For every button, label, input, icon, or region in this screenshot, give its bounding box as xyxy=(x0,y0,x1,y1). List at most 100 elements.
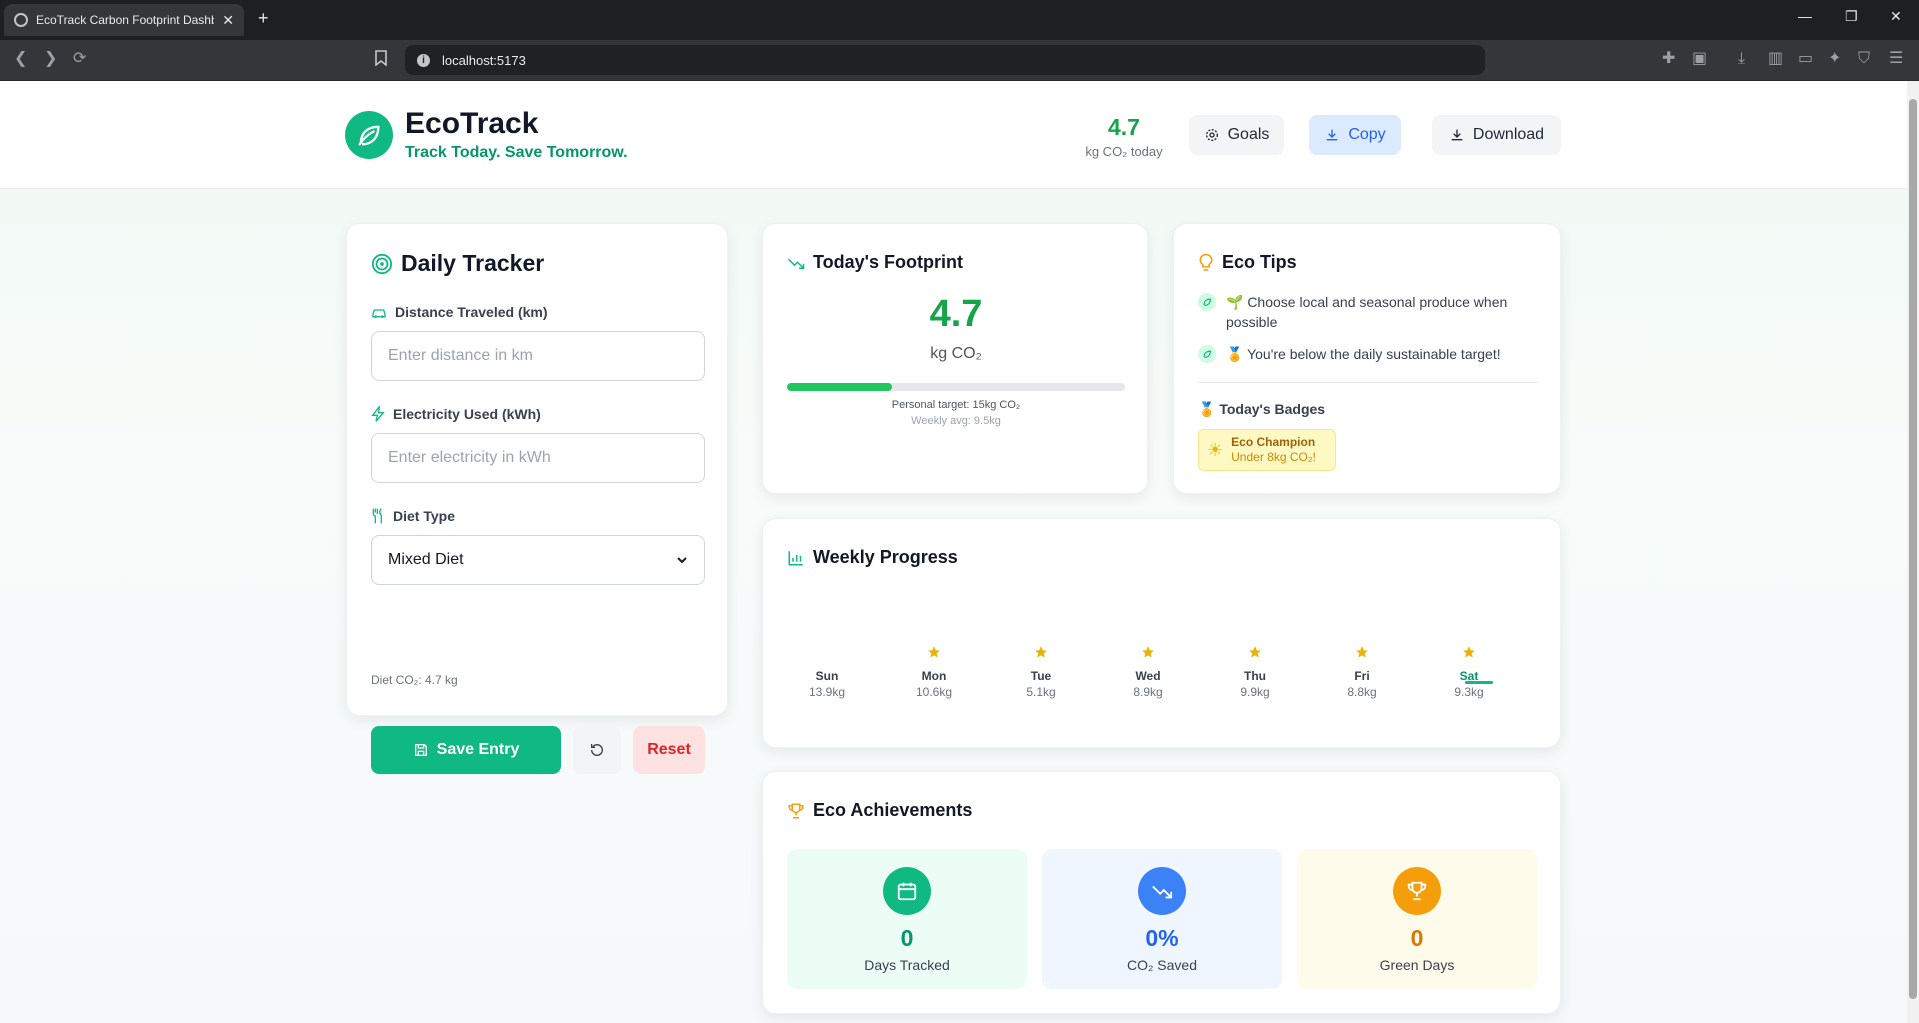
back-icon[interactable]: ❮ xyxy=(14,50,27,68)
sidebar-icon[interactable]: ▥ xyxy=(1768,50,1783,68)
weekly-avg-text: Weekly avg: 9.5kg xyxy=(911,415,1001,427)
trophy-icon xyxy=(1393,867,1441,915)
diet-select[interactable]: Mixed Diet xyxy=(371,535,705,585)
electricity-input[interactable] xyxy=(371,433,705,483)
address-bar[interactable]: i localhost:5173 xyxy=(405,45,1485,75)
tip-item: 🏅 You're below the daily sustainable tar… xyxy=(1198,344,1538,364)
day-column: Sat 9.3kg xyxy=(1429,646,1509,699)
url-text: localhost:5173 xyxy=(442,52,526,68)
day-name: Sun xyxy=(815,669,839,683)
restore-icon[interactable]: ❐ xyxy=(1845,8,1858,25)
reset-button[interactable]: Reset xyxy=(633,726,705,774)
electricity-label-text: Electricity Used (kWh) xyxy=(393,406,541,422)
distance-label: Distance Traveled (km) xyxy=(371,304,548,320)
today-co2-label: kg CO₂ today xyxy=(1085,144,1163,159)
diet-co2-note: Diet CO₂: 4.7 kg xyxy=(371,673,458,687)
day-column: Mon 10.6kg xyxy=(894,646,974,699)
daily-tracker-title: Daily Tracker xyxy=(371,250,544,277)
footprint-unit: kg CO₂ xyxy=(930,345,982,362)
bookmark-icon[interactable] xyxy=(375,50,387,71)
day-value: 9.9kg xyxy=(1240,685,1270,699)
days-tracked-value: 0 xyxy=(900,925,914,951)
download-label: Download xyxy=(1472,126,1545,143)
co2-saved-tile: 0% CO₂ Saved xyxy=(1042,849,1282,989)
browser-tab[interactable]: EcoTrack Carbon Footprint Dashb ✕ xyxy=(4,4,244,36)
page-scrollbar[interactable] xyxy=(1907,81,1919,1023)
footprint-progress-fill xyxy=(787,383,892,391)
brand-name: EcoTrack xyxy=(405,107,539,140)
save-icon xyxy=(414,744,427,756)
distance-input[interactable] xyxy=(371,331,705,381)
eco-champion-badge: ☀ Eco Champion Under 8kg CO₂! xyxy=(1198,429,1336,471)
undo-button[interactable] xyxy=(573,726,621,774)
diet-label-text: Diet Type xyxy=(393,508,455,524)
lightbulb-icon xyxy=(1199,253,1213,271)
eco-tips-title: Eco Tips xyxy=(1198,252,1297,273)
download-button[interactable]: Download xyxy=(1432,115,1561,155)
star-icon xyxy=(1035,646,1047,658)
star-icon xyxy=(1142,646,1154,658)
tips-divider xyxy=(1198,382,1538,383)
star-icon xyxy=(1249,646,1261,658)
co2-saved-label: CO₂ Saved xyxy=(1126,957,1198,973)
app-header: EcoTrack Track Today. Save Tomorrow. 4.7… xyxy=(0,81,1907,189)
vpn-icon[interactable]: ⛉ xyxy=(1858,50,1870,68)
extensions-icon[interactable]: ✚ xyxy=(1662,50,1675,68)
chevron-down-icon xyxy=(677,557,687,564)
day-value: 5.1kg xyxy=(1026,685,1056,699)
copy-label: Copy xyxy=(1348,126,1386,143)
translate-icon[interactable]: ▣ xyxy=(1692,50,1707,68)
green-days-label: Green Days xyxy=(1379,957,1455,973)
daily-tracker-card: Daily Tracker Distance Traveled (km) Ele… xyxy=(346,223,728,774)
achievements-title-text: Eco Achievements xyxy=(813,800,973,820)
minimize-icon[interactable]: — xyxy=(1798,8,1812,24)
reload-icon[interactable]: ⟳ xyxy=(73,50,86,68)
star-icon xyxy=(1356,646,1368,658)
trending-down-icon xyxy=(1138,867,1186,915)
weekly-title-text: Weekly Progress xyxy=(813,547,958,567)
green-days-tile: 0 Green Days xyxy=(1297,849,1537,989)
footprint-value: 4.7 xyxy=(929,293,983,335)
distance-label-text: Distance Traveled (km) xyxy=(395,304,548,320)
tip-item: 🌱 Choose local and seasonal produce when… xyxy=(1198,292,1538,332)
brand-tagline: Track Today. Save Tomorrow. xyxy=(405,144,628,161)
globe-icon xyxy=(14,13,28,27)
star-icon xyxy=(928,646,940,658)
copy-button[interactable]: Copy xyxy=(1309,115,1401,155)
day-column: Thu 9.9kg xyxy=(1215,646,1295,699)
close-window-icon[interactable]: ✕ xyxy=(1890,8,1902,25)
goals-button[interactable]: Goals xyxy=(1189,115,1284,155)
downloads-icon[interactable]: ⤓ xyxy=(1738,50,1745,68)
wallet-icon[interactable]: ▭ xyxy=(1798,50,1813,68)
close-tab-icon[interactable]: ✕ xyxy=(222,12,234,29)
day-name: Thu xyxy=(1244,669,1266,683)
lightning-icon xyxy=(371,406,385,422)
day-column: Wed 8.9kg xyxy=(1108,646,1188,699)
forward-icon[interactable]: ❯ xyxy=(44,50,57,68)
todays-footprint-card: Today's Footprint 4.7 kg CO₂ Personal ta… xyxy=(762,223,1148,494)
download-icon xyxy=(1326,129,1338,141)
badge-name: Eco Champion xyxy=(1231,435,1316,449)
tab-title: EcoTrack Carbon Footprint Dashb xyxy=(36,13,215,27)
footprint-title-text: Today's Footprint xyxy=(813,252,963,272)
trending-down-icon xyxy=(787,258,805,269)
personal-target-text: Personal target: 15kg CO₂ xyxy=(891,399,1021,411)
scrollbar-thumb[interactable] xyxy=(1909,99,1917,999)
menu-icon[interactable]: ☰ xyxy=(1889,50,1903,68)
leo-ai-icon[interactable]: ✦ xyxy=(1828,50,1841,68)
calendar-icon xyxy=(883,867,931,915)
leaf-icon xyxy=(1198,345,1216,363)
new-tab-icon[interactable]: + xyxy=(258,8,269,29)
green-days-value: 0 xyxy=(1410,925,1424,951)
diet-selected-value: Mixed Diet xyxy=(388,551,464,568)
days-tracked-label: Days Tracked xyxy=(864,957,950,973)
co2-saved-value: 0% xyxy=(1145,925,1179,951)
eco-achievements-card: Eco Achievements 0 Days Tracked 0% CO₂ S… xyxy=(762,771,1561,1014)
day-value: 10.6kg xyxy=(915,685,953,699)
site-info-icon[interactable]: i xyxy=(417,53,430,67)
save-entry-button[interactable]: Save Entry xyxy=(371,726,561,774)
bar-chart-icon xyxy=(788,550,803,565)
gear-icon xyxy=(1205,129,1218,141)
car-icon xyxy=(372,309,386,318)
achievements-title: Eco Achievements xyxy=(787,800,972,821)
